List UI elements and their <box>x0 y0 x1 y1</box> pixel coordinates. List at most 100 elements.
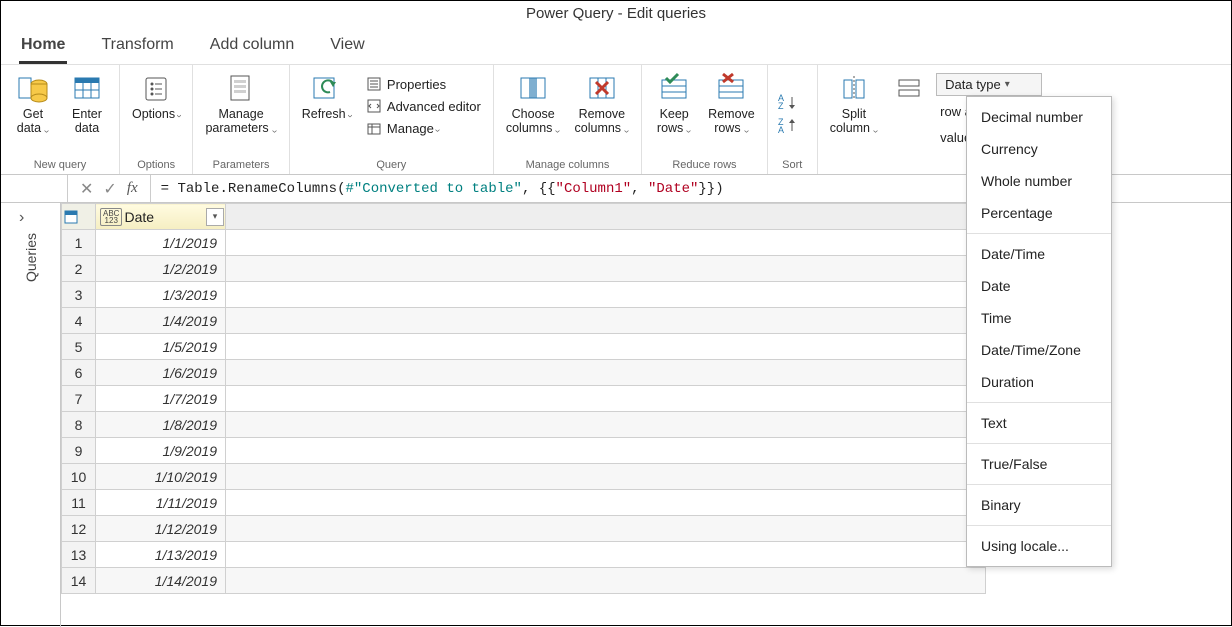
table-row[interactable]: 21/2/2019 <box>62 256 986 282</box>
cell-date[interactable]: 1/1/2019 <box>96 230 226 256</box>
row-number[interactable]: 6 <box>62 360 96 386</box>
row-number[interactable]: 13 <box>62 542 96 568</box>
dropdown-item-decimal[interactable]: Decimal number <box>967 101 1111 133</box>
column-filter-button[interactable]: ▾ <box>206 208 224 226</box>
row-number[interactable]: 10 <box>62 464 96 490</box>
enter-data-button[interactable]: Enter data <box>61 69 113 137</box>
fx-icon[interactable]: fx <box>127 180 138 197</box>
cell-empty <box>226 542 986 568</box>
row-number[interactable]: 7 <box>62 386 96 412</box>
dropdown-item-duration[interactable]: Duration <box>967 366 1111 398</box>
cell-empty <box>226 308 986 334</box>
dropdown-item-truefalse[interactable]: True/False <box>967 448 1111 480</box>
choose-columns-label: Choose columns <box>506 107 561 137</box>
choose-columns-icon <box>516 71 550 105</box>
cell-date[interactable]: 1/7/2019 <box>96 386 226 412</box>
row-number[interactable]: 3 <box>62 282 96 308</box>
column-type-icon[interactable]: ABC123 <box>100 208 122 226</box>
dropdown-item-whole-number[interactable]: Whole number <box>967 165 1111 197</box>
tab-view[interactable]: View <box>328 30 366 64</box>
table-row[interactable]: 81/8/2019 <box>62 412 986 438</box>
refresh-button[interactable]: Refresh <box>296 69 357 125</box>
dropdown-item-currency[interactable]: Currency <box>967 133 1111 165</box>
cell-date[interactable]: 1/11/2019 <box>96 490 226 516</box>
dropdown-separator <box>967 402 1111 403</box>
table-row[interactable]: 51/5/2019 <box>62 334 986 360</box>
row-number[interactable]: 14 <box>62 568 96 594</box>
group-by-button[interactable] <box>886 69 932 109</box>
get-data-button[interactable]: Get data <box>7 69 59 139</box>
row-number[interactable]: 9 <box>62 438 96 464</box>
manage-button[interactable]: Manage <box>361 117 485 139</box>
remove-columns-icon <box>585 71 619 105</box>
sort-asc-button[interactable]: AZ <box>774 90 800 112</box>
dropdown-item-datetimezone[interactable]: Date/Time/Zone <box>967 334 1111 366</box>
table-row[interactable]: 71/7/2019 <box>62 386 986 412</box>
cell-date[interactable]: 1/5/2019 <box>96 334 226 360</box>
cell-date[interactable]: 1/8/2019 <box>96 412 226 438</box>
remove-columns-button[interactable]: Remove columns <box>569 69 636 139</box>
expand-queries-icon[interactable]: › <box>19 209 24 227</box>
keep-rows-button[interactable]: Keep rows <box>648 69 700 139</box>
row-number[interactable]: 2 <box>62 256 96 282</box>
tab-transform[interactable]: Transform <box>99 30 175 64</box>
column-header-date[interactable]: ABC123 Date ▾ <box>96 204 226 230</box>
table-row[interactable]: 141/14/2019 <box>62 568 986 594</box>
cell-date[interactable]: 1/4/2019 <box>96 308 226 334</box>
row-number[interactable]: 5 <box>62 334 96 360</box>
table-row[interactable]: 11/1/2019 <box>62 230 986 256</box>
group-options: Options Options <box>120 65 193 174</box>
cell-date[interactable]: 1/3/2019 <box>96 282 226 308</box>
table-row[interactable]: 31/3/2019 <box>62 282 986 308</box>
cell-date[interactable]: 1/13/2019 <box>96 542 226 568</box>
tab-home[interactable]: Home <box>19 30 67 64</box>
formula-text[interactable]: = Table.RenameColumns(#"Converted to tab… <box>151 181 724 197</box>
advanced-editor-button[interactable]: Advanced editor <box>361 95 485 117</box>
table-row[interactable]: 61/6/2019 <box>62 360 986 386</box>
table-row[interactable]: 121/12/2019 <box>62 516 986 542</box>
tab-add-column[interactable]: Add column <box>208 30 297 64</box>
cell-date[interactable]: 1/12/2019 <box>96 516 226 542</box>
dropdown-item-text[interactable]: Text <box>967 407 1111 439</box>
table-row[interactable]: 101/10/2019 <box>62 464 986 490</box>
cell-date[interactable]: 1/6/2019 <box>96 360 226 386</box>
remove-rows-button[interactable]: Remove rows <box>702 69 761 139</box>
data-type-button[interactable]: Data type ▾ <box>936 73 1042 96</box>
sort-desc-button[interactable]: ZA <box>774 114 800 136</box>
queries-pane-label: Queries <box>23 233 39 282</box>
cancel-formula-icon[interactable]: ✕ <box>80 179 93 199</box>
table-row[interactable]: 41/4/2019 <box>62 308 986 334</box>
remove-rows-label: Remove rows <box>708 107 755 137</box>
cell-empty <box>226 256 986 282</box>
row-number[interactable]: 12 <box>62 516 96 542</box>
dropdown-item-time[interactable]: Time <box>967 302 1111 334</box>
row-number[interactable]: 8 <box>62 412 96 438</box>
dropdown-item-locale[interactable]: Using locale... <box>967 530 1111 562</box>
manage-parameters-button[interactable]: Manage parameters <box>199 69 282 139</box>
split-column-button[interactable]: Split column <box>824 69 884 139</box>
commit-formula-icon[interactable]: ✓ <box>103 179 116 199</box>
dropdown-item-binary[interactable]: Binary <box>967 489 1111 521</box>
row-number[interactable]: 4 <box>62 308 96 334</box>
cell-empty <box>226 516 986 542</box>
options-button[interactable]: Options <box>126 69 186 125</box>
cell-date[interactable]: 1/10/2019 <box>96 464 226 490</box>
choose-columns-button[interactable]: Choose columns <box>500 69 567 139</box>
group-label-options: Options <box>126 157 186 172</box>
row-number[interactable]: 11 <box>62 490 96 516</box>
group-new-query: Get data Enter data New query <box>1 65 120 174</box>
properties-button[interactable]: Properties <box>361 73 485 95</box>
table-row[interactable]: 131/13/2019 <box>62 542 986 568</box>
cell-date[interactable]: 1/14/2019 <box>96 568 226 594</box>
chevron-down-icon: ▾ <box>1005 79 1010 90</box>
row-header-corner[interactable] <box>62 204 96 230</box>
cell-date[interactable]: 1/2/2019 <box>96 256 226 282</box>
dropdown-item-date[interactable]: Date <box>967 270 1111 302</box>
cell-date[interactable]: 1/9/2019 <box>96 438 226 464</box>
table-row[interactable]: 91/9/2019 <box>62 438 986 464</box>
cell-empty <box>226 386 986 412</box>
dropdown-item-datetime[interactable]: Date/Time <box>967 238 1111 270</box>
row-number[interactable]: 1 <box>62 230 96 256</box>
dropdown-item-percentage[interactable]: Percentage <box>967 197 1111 229</box>
table-row[interactable]: 111/11/2019 <box>62 490 986 516</box>
